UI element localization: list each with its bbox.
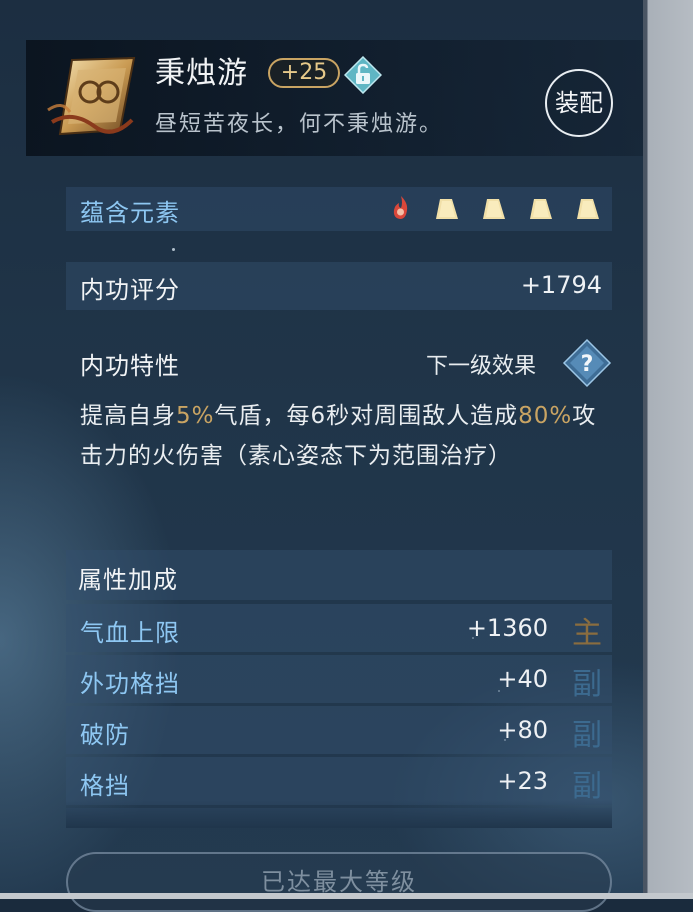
attribute-value: +80 [497, 716, 548, 744]
attribute-sub-tag: 副 [572, 769, 602, 804]
window-bottom-edge [0, 893, 693, 899]
trait-text-part1: 提高自身 [80, 403, 176, 429]
attribute-name: 气血上限 [80, 619, 180, 647]
attribute-value: +40 [497, 665, 548, 693]
attribute-main-tag: 主 [572, 616, 602, 651]
trait-text-part2: 气盾，每6秒对周围敌人造成 [214, 403, 519, 429]
trait-description: 提高自身5%气盾，每6秒对周围敌人造成80%攻击力的火伤害（素心姿态下为范围治疗… [80, 396, 610, 476]
score-value: +1794 [520, 271, 602, 299]
attribute-value: +1360 [466, 614, 548, 642]
equip-button[interactable]: 装配 [545, 69, 613, 137]
max-level-button[interactable]: 已达最大等级 [66, 852, 612, 912]
elements-label: 蕴含元素 [80, 199, 180, 227]
attribute-value: +23 [497, 767, 548, 795]
attribute-row: 格挡 +23 副 [66, 757, 612, 805]
attribute-sub-tag: 副 [572, 667, 602, 702]
fire-element-icon [393, 196, 408, 219]
unlock-diamond-icon[interactable] [344, 56, 382, 94]
attribute-name: 破防 [80, 721, 130, 749]
svg-text:?: ? [581, 352, 594, 377]
attribute-sub-tag: 副 [572, 718, 602, 753]
trait-percent-shield: 5% [176, 403, 215, 429]
rock-element-icon [483, 199, 505, 219]
item-description: 昼短苦夜长，何不秉烛游。 [155, 112, 444, 137]
score-row: 内功评分 +1794 [66, 262, 612, 310]
list-fade-overlay [66, 800, 612, 828]
background-panel-edge [643, 0, 693, 899]
attribute-row: 外功格挡 +40 副 [66, 655, 612, 703]
next-level-effect-link[interactable]: 下一级效果 [426, 348, 536, 380]
attribute-row: 破防 +80 副 [66, 706, 612, 754]
attributes-header-label: 属性加成 [78, 566, 178, 594]
attribute-name: 外功格挡 [80, 670, 180, 698]
item-name: 秉烛游 [155, 56, 248, 91]
attribute-name: 格挡 [80, 772, 130, 800]
rock-element-icon [530, 199, 552, 219]
question-diamond-icon[interactable]: ? [562, 338, 612, 388]
attribute-row: 气血上限 +1360 主 [66, 604, 612, 652]
rock-element-icon [577, 199, 599, 219]
dust-particle [172, 248, 175, 251]
item-level-badge: +25 [268, 58, 340, 88]
trait-percent-damage: 80% [518, 403, 573, 429]
attributes-header: 属性加成 [66, 550, 612, 600]
attributes-list[interactable]: 气血上限 +1360 主 外功格挡 +40 副 破防 +80 副 格挡 +23 … [66, 604, 612, 826]
golden-scroll-icon [47, 56, 136, 136]
trait-title: 内功特性 [80, 352, 180, 380]
rock-element-icon [436, 199, 458, 219]
score-label: 内功评分 [80, 276, 180, 304]
